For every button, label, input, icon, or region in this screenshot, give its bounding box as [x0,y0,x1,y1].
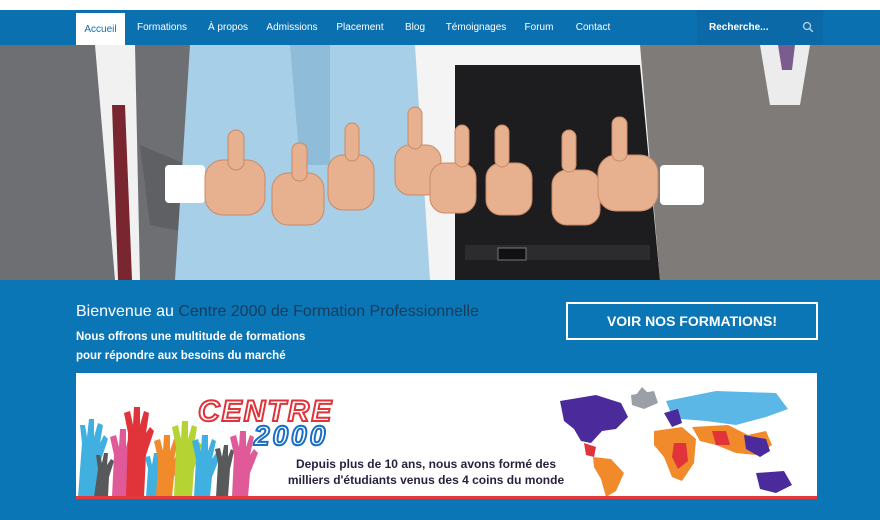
nav-item-a-propos[interactable]: À propos [205,10,251,45]
nav-item-temoignages[interactable]: Témoignages [445,10,507,45]
nav-item-formations[interactable]: Formations [135,10,189,45]
nav-item-placement[interactable]: Placement [336,10,384,45]
top-strip [0,0,880,10]
search-box [697,10,823,45]
voir-formations-button[interactable]: VOIR NOS FORMATIONS! [566,302,818,340]
welcome-subtitle: Nous offrons une multitude de formations… [76,328,396,366]
search-icon[interactable] [801,20,815,34]
welcome-title: Bienvenue au Centre 2000 de Formation Pr… [76,303,479,321]
banner-text: Depuis plus de 10 ans, nous avons formé … [262,456,590,488]
nav-item-blog[interactable]: Blog [402,10,428,45]
welcome-subtitle-line1: Nous offrons une multitude de formations [76,331,306,343]
welcome-subtitle-line2: pour répondre aux besoins du marché [76,350,286,362]
logo-2000: 2000 [253,420,328,451]
hero-people-illustration [0,45,880,280]
nav-item-contact[interactable]: Contact [573,10,613,45]
hero-image [0,45,880,280]
world-map-illustration [560,387,792,497]
welcome-title-accent: Centre 2000 de Formation Professionnelle [178,303,479,320]
banner-text-line1: Depuis plus de 10 ans, nous avons formé … [295,457,557,471]
centre-2000-banner: CENTRE 2000 Depuis plus de 10 ans, nous … [76,373,817,497]
welcome-title-prefix: Bienvenue au [76,303,179,320]
nav-item-accueil[interactable]: Accueil [76,10,125,45]
search-input[interactable] [709,19,799,35]
nav-item-admissions[interactable]: Admissions [266,10,318,45]
nav-item-forum[interactable]: Forum [523,10,555,45]
banner-text-line2: milliers d'étudiants venus des 4 coins d… [287,473,565,487]
banner-bottom-rule [76,496,817,499]
